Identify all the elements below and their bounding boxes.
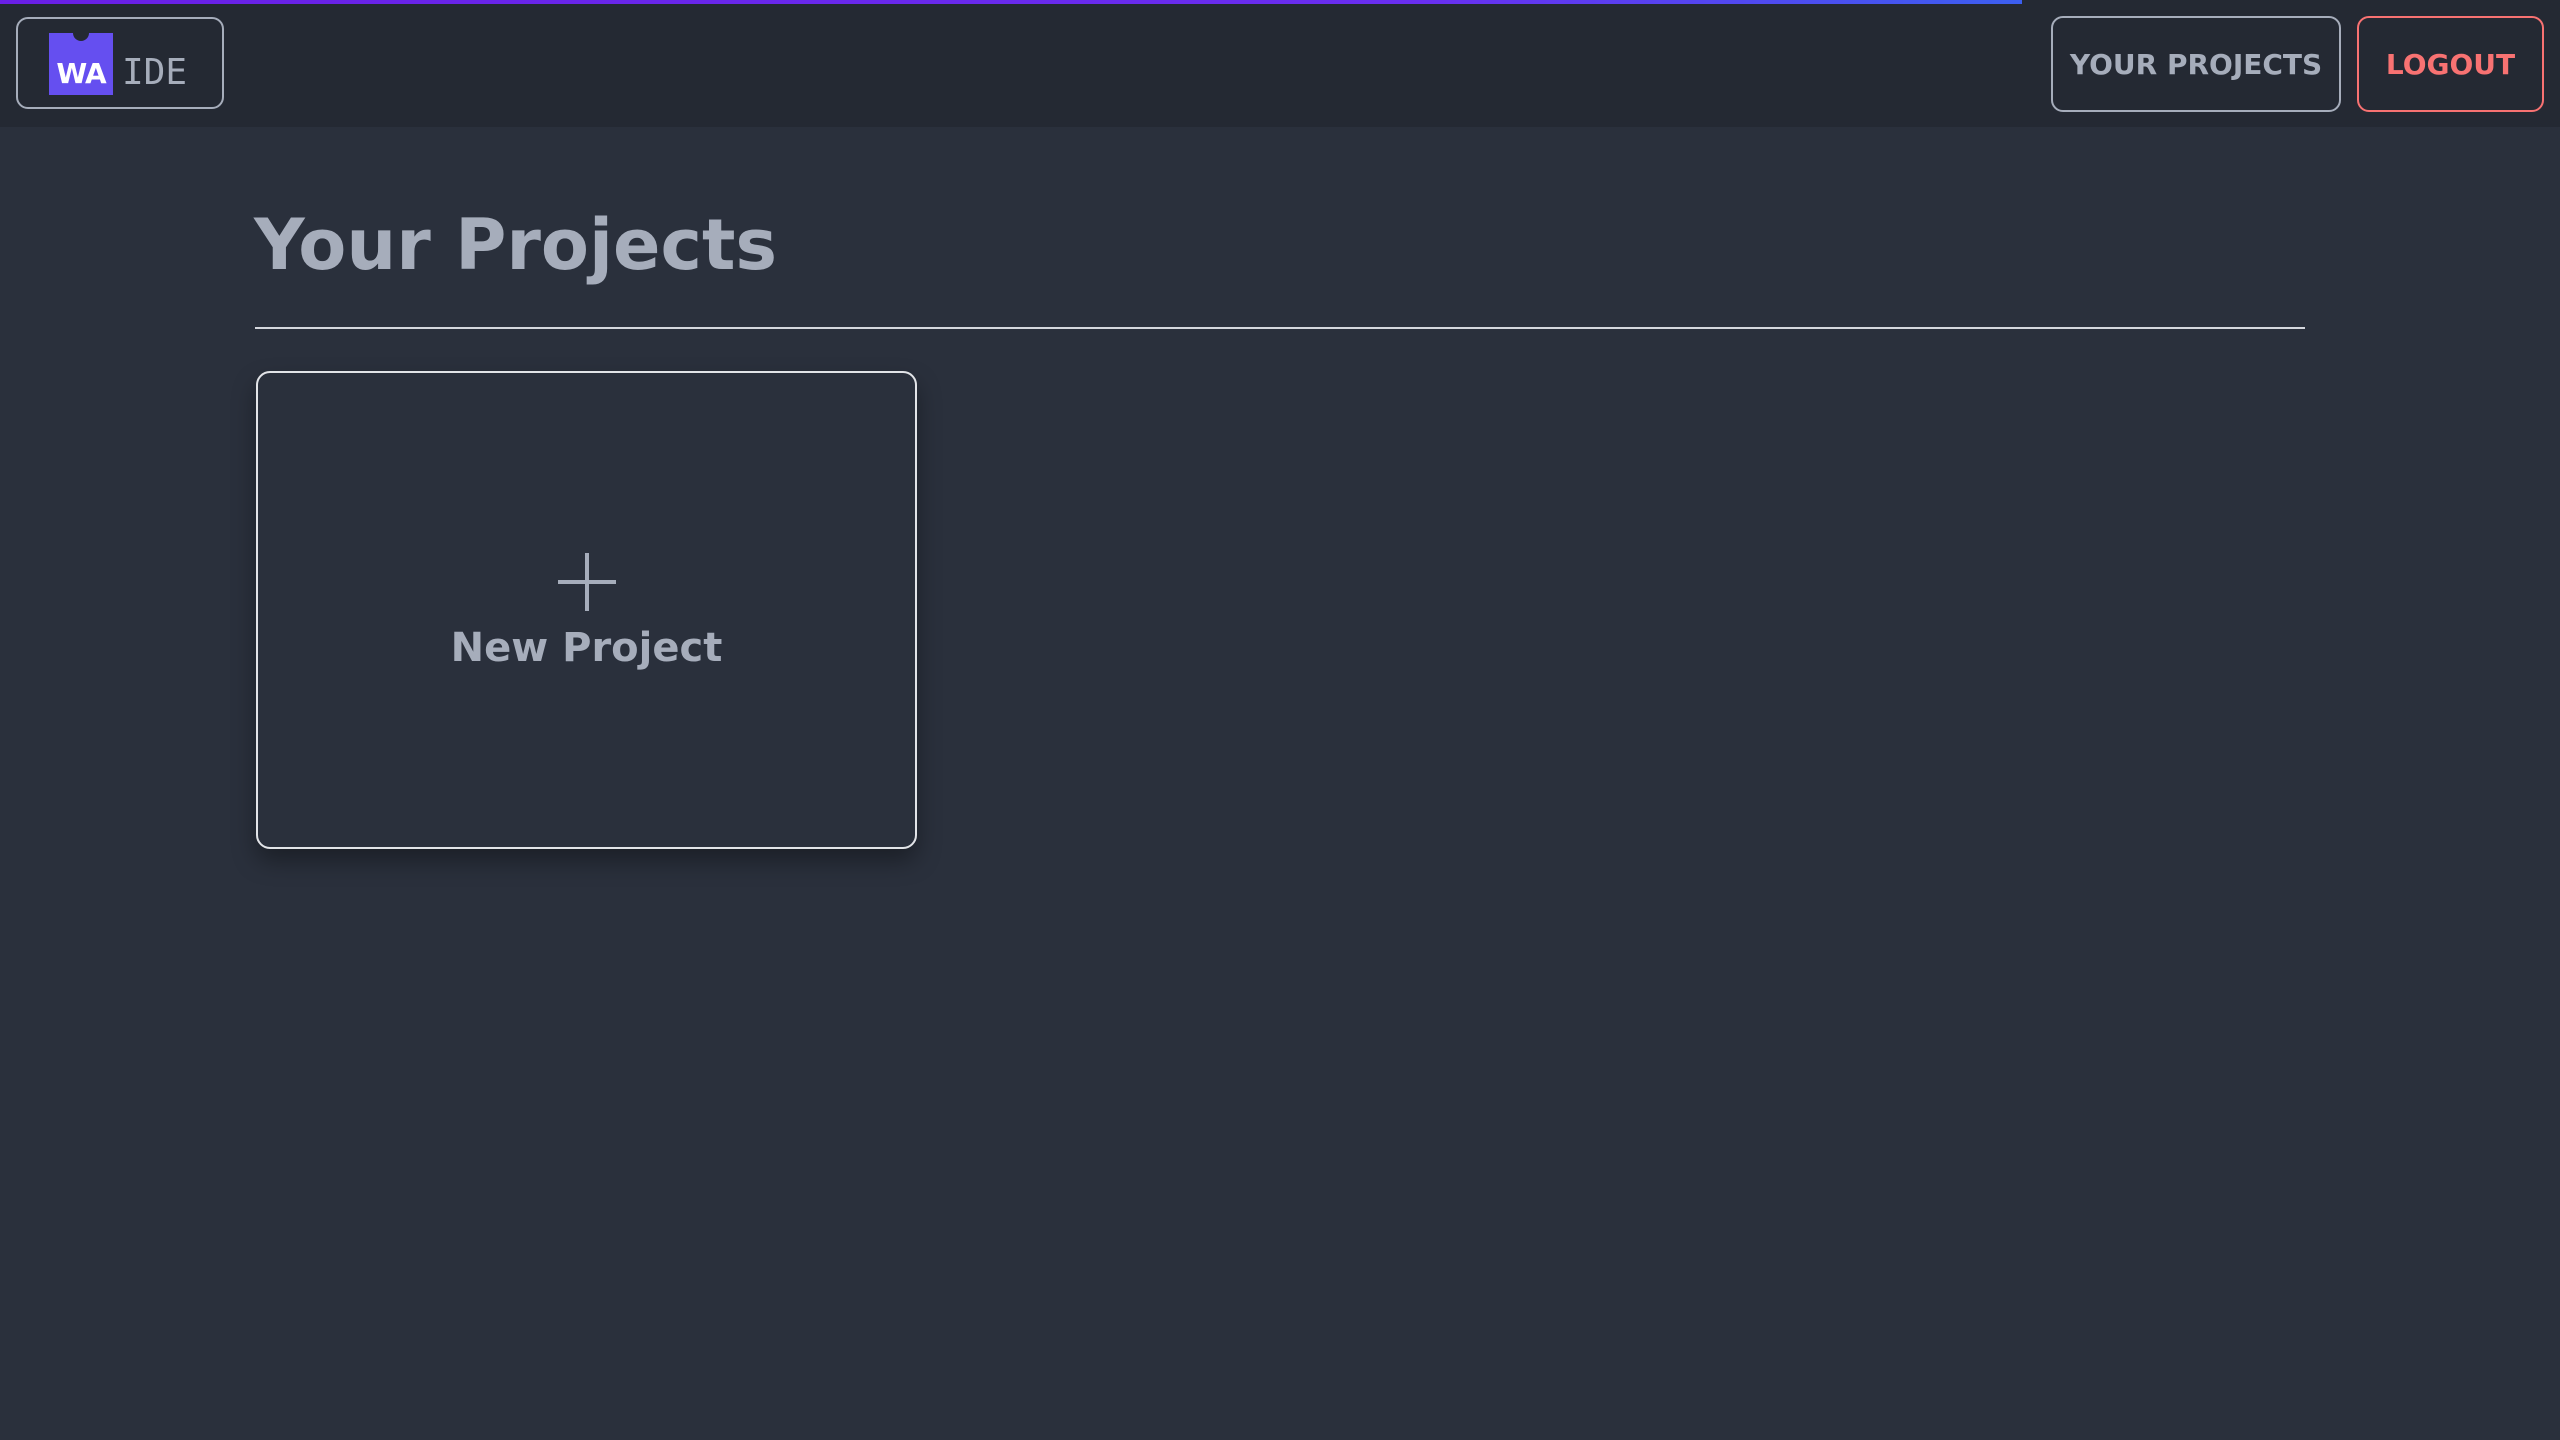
logout-button[interactable]: LOGOUT: [2357, 16, 2544, 112]
logo-mark-text: WA: [56, 57, 106, 90]
home-logo-link[interactable]: WA IDE: [16, 17, 224, 109]
new-project-card[interactable]: New Project: [256, 371, 917, 849]
plus-icon: [558, 553, 616, 611]
your-projects-button[interactable]: YOUR PROJECTS: [2051, 16, 2341, 112]
top-navbar: WA IDE YOUR PROJECTS LOGOUT: [0, 0, 2560, 127]
logo-text: IDE: [122, 52, 188, 93]
progress-fill: [0, 0, 2023, 4]
plus-icon-vertical: [585, 553, 589, 611]
webassembly-logo-icon: WA: [49, 33, 113, 95]
page-load-progress-bar: [0, 0, 2560, 4]
title-divider: [255, 327, 2305, 329]
page-title: Your Projects: [254, 204, 778, 286]
new-project-label: New Project: [450, 625, 723, 671]
logo-notch: [73, 33, 89, 41]
